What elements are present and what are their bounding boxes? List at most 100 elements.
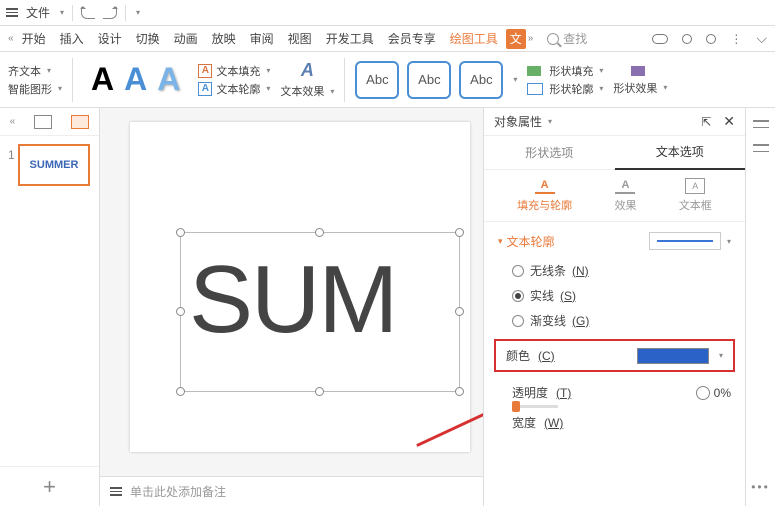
redo-icon[interactable] (103, 7, 117, 19)
text-fill-icon: A (198, 64, 212, 78)
wordart-style-2[interactable]: A (124, 61, 147, 98)
color-label: 颜色 (506, 347, 530, 364)
textbox-icon: A (685, 178, 705, 194)
slide-canvas[interactable]: SUM (130, 122, 470, 452)
tab-insert[interactable]: 插入 (54, 26, 90, 51)
tab-member[interactable]: 会员专享 (382, 26, 442, 51)
tab-drawing-tools[interactable]: 绘图工具 (444, 26, 504, 51)
text-tool-icon[interactable]: 文 (506, 29, 526, 49)
tab-view[interactable]: 视图 (282, 26, 318, 51)
file-menu[interactable]: 文件 (26, 4, 50, 21)
slide-thumbnail-1[interactable]: 1 SUMMER (18, 144, 90, 186)
triangle-down-icon: ▾ (498, 236, 503, 247)
menu-icon[interactable] (6, 8, 18, 17)
tab-review[interactable]: 审阅 (244, 26, 280, 51)
sliders-icon[interactable] (753, 118, 769, 130)
subtab-fill-outline[interactable]: A 填充与轮廓 (517, 178, 572, 213)
chevron-left-icon[interactable]: « (8, 33, 14, 44)
caret-down-icon[interactable]: ▾ (548, 117, 552, 126)
cloud-icon[interactable] (652, 34, 668, 44)
shape-style-3[interactable]: Abc (459, 61, 503, 99)
sliders-icon[interactable] (753, 142, 769, 154)
shape-outline-button[interactable]: 形状轮廓▾ (527, 81, 603, 97)
resize-handle[interactable] (455, 228, 464, 237)
resize-handle[interactable] (315, 387, 324, 396)
transparency-dial-icon[interactable] (696, 386, 710, 400)
chevron-left-icon[interactable]: « (10, 116, 16, 127)
user-icon[interactable] (682, 34, 692, 44)
resize-handle[interactable] (176, 307, 185, 316)
outline-view-icon[interactable] (34, 115, 52, 129)
shape-style-2[interactable]: Abc (407, 61, 451, 99)
tab-start[interactable]: 开始 (16, 26, 52, 51)
close-icon[interactable]: ✕ (723, 113, 735, 130)
tab-animation[interactable]: 动画 (168, 26, 204, 51)
add-slide-button[interactable]: + (0, 466, 99, 506)
shape-fill-icon (527, 64, 545, 78)
radio-icon (512, 290, 524, 302)
shape-outline-icon (527, 82, 545, 96)
shape-fill-button[interactable]: 形状填充▾ (527, 63, 603, 79)
wordart-style-1[interactable]: A (91, 61, 114, 98)
undo-icon[interactable] (81, 7, 95, 19)
shape-effect-icon (631, 64, 649, 78)
width-label: 宽度 (512, 414, 536, 431)
radio-no-line[interactable]: 无线条(N) (498, 258, 731, 283)
notes-icon (110, 487, 122, 496)
tab-shape-options[interactable]: 形状选项 (484, 136, 615, 169)
wordart-style-3[interactable]: A (157, 61, 180, 98)
caret-down-icon[interactable]: ▾ (136, 8, 140, 17)
smart-graphic-button[interactable]: 智能图形▾ (8, 81, 62, 97)
collapse-ribbon-icon[interactable]: ⌵ (756, 30, 767, 47)
shape-style-1[interactable]: Abc (355, 61, 399, 99)
resize-handle[interactable] (455, 387, 464, 396)
resize-handle[interactable] (176, 387, 185, 396)
radio-solid-line[interactable]: 实线(S) (498, 283, 731, 308)
wordart-gallery[interactable]: A A A (83, 61, 188, 98)
section-text-outline[interactable]: ▾ 文本轮廓 ▾ (498, 232, 731, 250)
notes-placeholder[interactable]: 单击此处添加备注 (130, 483, 226, 500)
more-icon[interactable]: ⋮ (730, 32, 742, 46)
subtab-effect[interactable]: A 效果 (614, 178, 636, 213)
color-picker[interactable] (637, 348, 709, 364)
transparency-slider[interactable] (512, 405, 558, 408)
radio-icon (512, 315, 524, 327)
transparency-label: 透明度 (512, 384, 548, 401)
text-outline-button[interactable]: A文本轮廓▾ (198, 81, 270, 97)
radio-gradient-line[interactable]: 渐变线(G) (498, 308, 731, 333)
subtab-textbox[interactable]: A 文本框 (679, 178, 712, 213)
caret-down-icon: ▾ (60, 8, 64, 17)
pin-icon[interactable]: ⇱ (701, 115, 711, 129)
share-icon[interactable] (706, 34, 716, 44)
slide-preview-text: SUMMER (30, 159, 79, 171)
tab-slideshow[interactable]: 放映 (206, 26, 242, 51)
shape-effect-button[interactable]: 形状效果▾ (613, 80, 667, 96)
more-icon[interactable]: ••• (751, 480, 770, 494)
panel-title: 对象属性 (494, 113, 542, 130)
slide-number: 1 (8, 148, 15, 162)
search-icon (547, 33, 559, 45)
resize-handle[interactable] (455, 307, 464, 316)
effect-icon: A (615, 178, 635, 194)
text-effect-button[interactable]: 文本效果▾ (280, 83, 334, 99)
tab-text-options[interactable]: 文本选项 (615, 135, 746, 170)
text-effect-icon: A (301, 60, 314, 81)
tab-design[interactable]: 设计 (92, 26, 128, 51)
resize-handle[interactable] (176, 228, 185, 237)
textbox-content[interactable]: SUM (181, 233, 459, 355)
shape-gallery-more-icon[interactable]: ▾ (513, 75, 517, 84)
search-box[interactable]: 查找 (547, 30, 587, 47)
text-fill-button[interactable]: A文本填充▾ (198, 63, 270, 79)
text-outline-icon: A (198, 82, 212, 96)
outline-preview[interactable] (649, 232, 721, 250)
resize-handle[interactable] (315, 228, 324, 237)
thumbnail-view-icon[interactable] (71, 115, 89, 129)
search-placeholder: 查找 (563, 30, 587, 47)
tab-devtools[interactable]: 开发工具 (320, 26, 380, 51)
selected-textbox[interactable]: SUM (180, 232, 460, 392)
chevron-right-icon[interactable]: » (528, 33, 534, 44)
transparency-value: 0% (714, 386, 731, 400)
tab-transition[interactable]: 切换 (130, 26, 166, 51)
caret-down-icon[interactable]: ▾ (719, 351, 723, 360)
align-text-button[interactable]: 齐文本▾ (8, 63, 62, 79)
